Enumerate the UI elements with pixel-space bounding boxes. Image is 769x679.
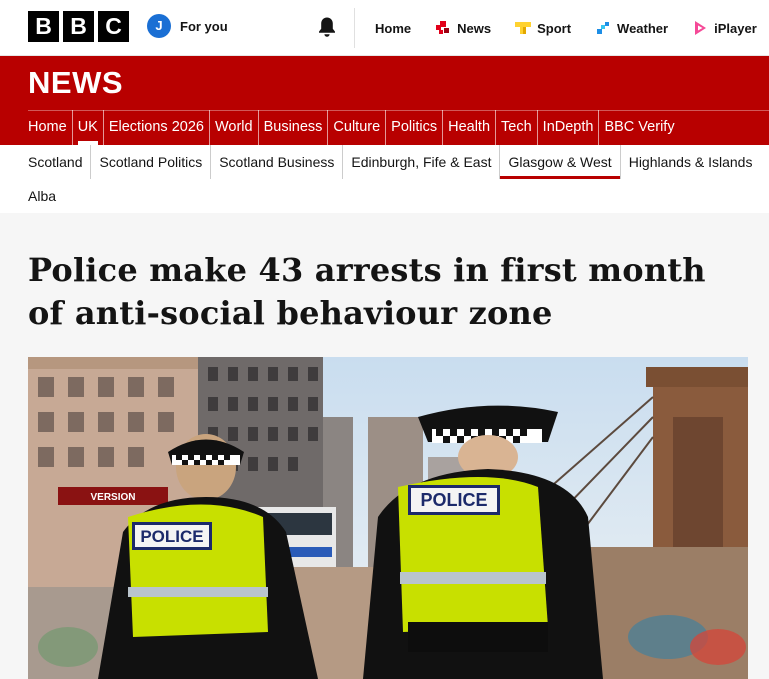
news-icon [436,21,450,34]
regional-nav-item[interactable]: Scotland [28,145,90,179]
category-nav-item[interactable]: Home [28,110,72,145]
regional-nav-row: Scotland Scotland Politics Scotland Busine… [28,145,769,179]
top-nav-news-label: News [457,20,492,36]
bbc-logo-letter: C [98,11,129,42]
news-title[interactable]: NEWS [28,65,123,101]
top-nav-weather[interactable]: Weather [595,20,668,36]
regional-nav-item[interactable]: Highlands & Islands [619,145,761,179]
category-nav-item[interactable]: Elections 2026 [102,110,209,145]
top-navigation: Home News Sport Weather iPlayer [375,0,769,56]
article-main: Police make 43 arrests in first month of… [0,213,769,679]
iplayer-icon [695,21,707,35]
regional-nav-item[interactable]: Scotland Business [210,145,342,179]
category-nav-item[interactable]: Tech [495,110,537,145]
vest-label-right: POLICE [420,490,487,510]
bell-icon[interactable] [317,16,337,38]
top-nav-sport-label: Sport [537,20,572,36]
top-nav-home-label: Home [375,20,412,36]
category-nav-item[interactable]: BBC Verify [598,110,679,145]
bbc-logo[interactable]: B B C [28,11,129,42]
regional-nav-item[interactable]: Scotland Politics [90,145,210,179]
regional-navigation: Scotland Scotland Politics Scotland Busine… [28,145,769,213]
category-nav-item[interactable]: UK [71,110,103,145]
bbc-masthead: B B C J For you Home News Sport Weather … [0,0,769,56]
category-nav-item[interactable]: InDepth [536,110,599,145]
regional-nav-item[interactable]: Glasgow & West [499,145,620,179]
category-nav-item[interactable]: Culture [327,110,385,145]
avatar: J [147,14,171,38]
top-nav-news[interactable]: News [435,20,491,36]
shop-sign-text: VERSION [90,492,135,503]
sport-icon [515,22,532,34]
category-navigation: Home UK Elections 2026 World Business Culture… [28,110,680,145]
regional-nav-row: Alba [28,179,769,213]
top-nav-iplayer[interactable]: iPlayer [692,20,757,36]
for-you-label: For you [180,18,228,34]
article-hero-image: VERSION POLICE POLICE [28,357,748,679]
regional-nav-item[interactable]: Edinburgh, Fife & East [342,145,499,179]
weather-icon [597,22,610,34]
top-nav-iplayer-label: iPlayer [714,20,757,36]
top-nav-weather-label: Weather [617,20,669,36]
category-nav-item[interactable]: Health [442,110,495,145]
news-section-header: NEWS Home UK Elections 2026 World Business Cu… [0,56,769,145]
regional-nav-item[interactable]: Alba [28,179,64,213]
top-nav-home[interactable]: Home [375,21,411,36]
bbc-logo-letter: B [28,11,59,42]
vest-label-left: POLICE [140,527,203,546]
category-nav-item[interactable]: Politics [385,110,442,145]
article-headline: Police make 43 arrests in first month of… [28,251,706,332]
bbc-logo-letter: B [63,11,94,42]
category-nav-item[interactable]: World [208,110,258,145]
top-nav-sport[interactable]: Sport [515,20,571,36]
category-nav-item[interactable]: Business [257,110,328,145]
for-you-link[interactable]: J For you [147,14,228,38]
nav-divider [354,8,355,48]
